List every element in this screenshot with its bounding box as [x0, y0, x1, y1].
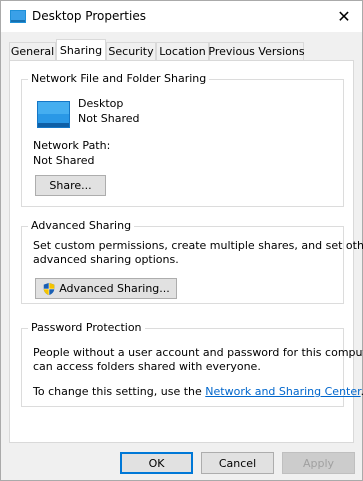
ok-button-label: OK — [148, 456, 165, 470]
share-button-label: Share... — [49, 179, 92, 192]
tab-location[interactable]: Location — [156, 42, 209, 60]
tab-label: Previous Versions — [208, 45, 305, 58]
tab-previous-versions[interactable]: Previous Versions — [208, 42, 305, 60]
network-sharing-group: Network File and Folder Sharing Desktop … — [21, 72, 344, 207]
advanced-sharing-button-label: Advanced Sharing... — [59, 282, 170, 295]
tab-label: Location — [159, 45, 206, 58]
desktop-folder-icon — [10, 10, 26, 23]
share-button[interactable]: Share... — [35, 175, 106, 196]
change-setting-prefix: To change this setting, use the — [33, 385, 206, 398]
title-bar[interactable]: Desktop Properties ✕ — [1, 1, 362, 32]
advanced-sharing-description: Set custom permissions, create multiple … — [33, 239, 363, 252]
tab-label: General — [10, 45, 55, 58]
window-title: Desktop Properties — [32, 9, 146, 23]
password-protection-group: Password Protection People without a use… — [21, 321, 363, 407]
uac-shield-icon — [43, 282, 55, 295]
folder-share-status: Not Shared — [78, 112, 140, 125]
tab-label: Security — [108, 45, 154, 58]
close-icon: ✕ — [337, 7, 351, 26]
group-title: Network File and Folder Sharing — [28, 72, 210, 85]
password-protection-description: People without a user account and passwo… — [33, 346, 363, 359]
sharing-tab-panel: Network File and Folder Sharing Desktop … — [9, 60, 363, 443]
network-path-label: Network Path: — [33, 139, 111, 152]
advanced-sharing-description-line2: advanced sharing options. — [33, 253, 179, 266]
tab-general[interactable]: General — [9, 42, 56, 60]
password-protection-description-line2: can access folders shared with everyone. — [33, 360, 261, 373]
properties-dialog: Desktop Properties ✕ General Sharing Sec… — [0, 0, 363, 481]
close-button[interactable]: ✕ — [326, 1, 362, 32]
cancel-button[interactable]: Cancel — [201, 452, 274, 474]
network-path-value: Not Shared — [33, 154, 95, 167]
tab-security[interactable]: Security — [106, 42, 156, 60]
group-title: Password Protection — [28, 321, 145, 334]
tab-sharing[interactable]: Sharing — [56, 39, 106, 60]
advanced-sharing-button[interactable]: Advanced Sharing... — [35, 278, 177, 299]
apply-button[interactable]: Apply — [282, 452, 355, 474]
desktop-folder-icon — [37, 101, 70, 128]
change-setting-text: To change this setting, use the Network … — [33, 385, 363, 398]
network-sharing-center-link[interactable]: Network and Sharing Center — [205, 385, 360, 398]
folder-name: Desktop — [78, 97, 124, 110]
apply-button-label: Apply — [302, 456, 335, 470]
cancel-button-label: Cancel — [218, 456, 257, 470]
group-title: Advanced Sharing — [28, 219, 135, 232]
tab-label: Sharing — [59, 43, 103, 57]
advanced-sharing-group: Advanced Sharing Set custom permissions,… — [21, 219, 363, 304]
ok-button[interactable]: OK — [120, 452, 193, 474]
